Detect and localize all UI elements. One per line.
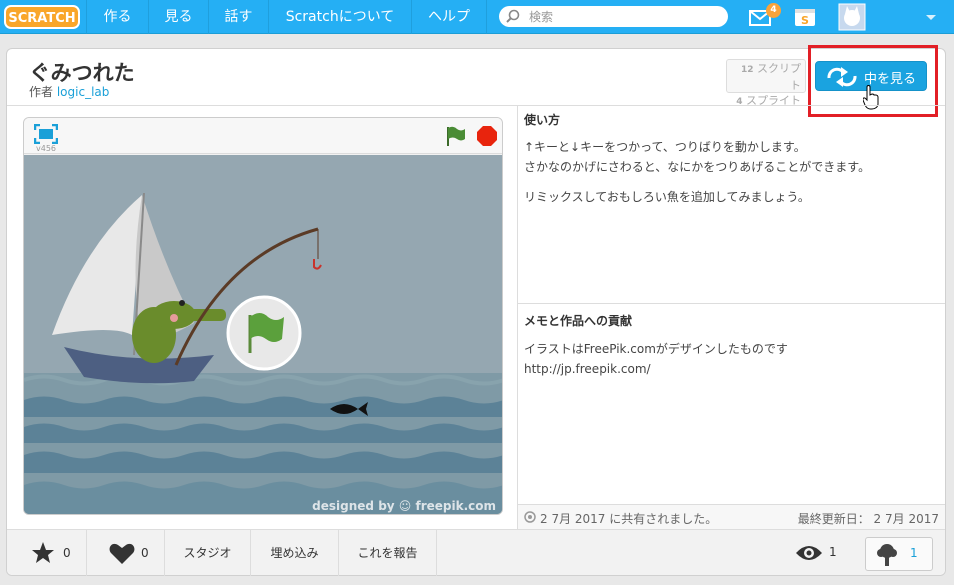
search-box[interactable] — [499, 6, 728, 27]
author-prefix: 作者 — [29, 85, 54, 99]
action-bar: 0 0 スタジオ 埋め込み これを報告 1 1 — [7, 529, 945, 576]
eye-icon — [796, 546, 822, 560]
nav-help[interactable]: ヘルプ — [411, 0, 487, 34]
chevron-down-icon[interactable] — [922, 0, 940, 34]
svg-text:SCRATCH: SCRATCH — [8, 11, 75, 26]
stop-icon[interactable] — [476, 125, 498, 147]
remix-arrows-icon — [827, 67, 857, 87]
project-stage[interactable]: designed by ☺ freepik.com — [24, 155, 503, 515]
instructions-title: 使い方 — [524, 113, 561, 127]
search-input[interactable] — [529, 8, 719, 25]
add-to-studio-button[interactable]: スタジオ — [165, 530, 251, 576]
green-flag-icon[interactable] — [444, 125, 466, 147]
view-count: 1 — [829, 545, 837, 559]
scripts-count: 12 — [740, 65, 754, 75]
header-divider — [7, 105, 945, 106]
mystuff-icon[interactable]: S — [792, 0, 818, 34]
remix-tree-icon — [877, 544, 897, 566]
hand-cursor-icon — [863, 85, 879, 110]
project-byline: 作者 logic_lab — [29, 83, 109, 100]
share-info: 2 7月 2017 に共有されました。 最終更新日： 2 7月 2017 — [518, 504, 945, 529]
message-count-badge: 4 — [766, 3, 781, 18]
love-count: 0 — [141, 546, 149, 560]
embed-button[interactable]: 埋め込み — [251, 530, 339, 576]
avatar[interactable] — [838, 0, 866, 34]
notes-title: メモと作品への貢献 — [524, 314, 633, 328]
search-icon — [506, 9, 520, 23]
freepik-watermark: designed by ☺ freepik.com — [312, 499, 496, 513]
share-icon — [524, 511, 536, 523]
notes-text-1: イラストはFreePik.comがデザインしたものです — [524, 342, 788, 356]
remix-tree-button[interactable]: 1 — [865, 537, 933, 571]
instructions-text-2: さかなのかげにさわると、なにかをつりあげることができます。 — [524, 160, 871, 174]
nav-create[interactable]: 作る — [86, 0, 148, 34]
updated-date: 最終更新日： 2 7月 2017 — [797, 512, 939, 526]
instructions-text-1: ↑キーと↓キーをつかって、つりばりを動かします。 — [524, 140, 806, 154]
favorite-button[interactable]: 0 — [7, 530, 87, 576]
scratch-logo[interactable]: SCRATCH — [4, 4, 80, 30]
love-button[interactable]: 0 — [87, 530, 165, 576]
project-player: v456 designed by ☺ freepik.com — [23, 117, 503, 515]
nav-about[interactable]: Scratchについて — [268, 0, 411, 34]
project-card: ぐみつれた 作者 logic_lab 12 スクリプト 4 スプライト 中を見る… — [6, 45, 946, 576]
remix-count: 1 — [910, 546, 918, 560]
heart-icon — [109, 543, 135, 564]
instructions-text-3: リミックスしておもしろい魚を追加してみましょう。 — [524, 190, 810, 204]
svg-text:S: S — [801, 14, 809, 27]
version-label: v456 — [36, 144, 57, 153]
report-button[interactable]: これを報告 — [339, 530, 437, 576]
author-link[interactable]: logic_lab — [57, 85, 110, 99]
top-nav: SCRATCH 作る 見る 話す Scratchについて ヘルプ 4 S — [0, 0, 954, 34]
column-divider — [517, 105, 518, 529]
project-counts: 12 スクリプト 4 スプライト — [726, 59, 806, 107]
shared-date: 2 7月 2017 に共有されました。 — [540, 512, 718, 526]
nav-discuss[interactable]: 話す — [208, 0, 268, 34]
notes-divider — [518, 303, 945, 304]
scripts-label: スクリプト — [757, 62, 801, 92]
notes-link[interactable]: http://jp.freepik.com/ — [524, 359, 651, 379]
nav-explore[interactable]: 見る — [148, 0, 208, 34]
favorite-count: 0 — [63, 546, 71, 560]
fullscreen-icon[interactable] — [34, 124, 58, 144]
player-toolbar: v456 — [24, 118, 502, 154]
star-icon — [32, 542, 54, 563]
